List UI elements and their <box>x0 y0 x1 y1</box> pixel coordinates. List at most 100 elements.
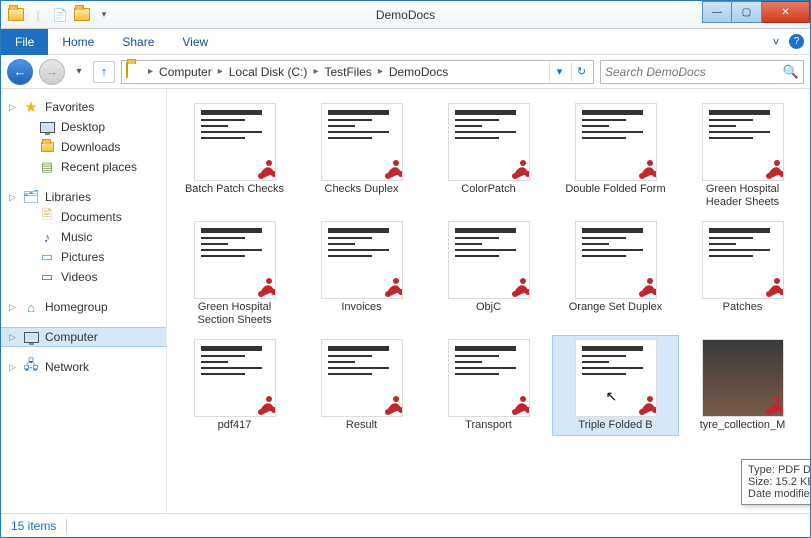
tab-share[interactable]: Share <box>108 29 168 55</box>
pdf-icon <box>382 394 403 417</box>
pdf-icon <box>255 394 276 417</box>
sidebar-item-documents[interactable]: 🗎 Documents <box>1 207 166 227</box>
tab-view[interactable]: View <box>168 29 222 55</box>
caret-icon: ▷ <box>9 302 17 313</box>
pictures-icon: ▭ <box>39 249 55 265</box>
crumb-computer[interactable]: Computer <box>155 65 216 79</box>
file-label: Triple Folded B <box>578 419 652 432</box>
pdf-icon <box>763 158 784 181</box>
file-tab[interactable]: File <box>1 29 48 55</box>
properties-icon[interactable]: 📄 <box>51 6 69 24</box>
close-button[interactable]: ✕ <box>762 1 810 23</box>
sidebar-libraries[interactable]: ▷ 🗂 Libraries <box>1 187 166 207</box>
up-button[interactable]: ↑ <box>93 61 115 83</box>
caret-icon: ▷ <box>9 332 17 343</box>
file-item[interactable]: Patches <box>679 217 806 331</box>
sidebar-item-label: Recent places <box>61 160 137 174</box>
sidebar-computer[interactable]: ▷ Computer <box>1 327 166 347</box>
file-item[interactable]: ObjC <box>425 217 552 331</box>
chevron-right-icon[interactable]: ▸ <box>376 66 385 77</box>
pdf-icon <box>509 276 530 299</box>
file-label: Invoices <box>341 301 381 314</box>
sidebar-item-recent[interactable]: ▤ Recent places <box>1 157 166 177</box>
tab-home[interactable]: Home <box>48 29 108 55</box>
file-item[interactable]: Invoices <box>298 217 425 331</box>
sidebar-item-videos[interactable]: ▭ Videos <box>1 267 166 287</box>
crumb-testfiles[interactable]: TestFiles <box>320 65 375 79</box>
sidebar-item-pictures[interactable]: ▭ Pictures <box>1 247 166 267</box>
file-thumbnail <box>194 339 276 417</box>
file-thumbnail <box>448 103 530 181</box>
file-item[interactable]: Batch Patch Checks <box>171 99 298 213</box>
file-thumbnail <box>321 339 403 417</box>
chevron-down-icon[interactable]: ▾ <box>95 6 113 24</box>
sidebar-item-music[interactable]: ♪ Music <box>1 227 166 247</box>
file-item[interactable]: Green Hospital Section Sheets <box>171 217 298 331</box>
file-item[interactable]: tyre_collection_M <box>679 335 806 436</box>
file-item[interactable]: Result <box>298 335 425 436</box>
chevron-right-icon[interactable]: ▸ <box>311 66 320 77</box>
pdf-icon <box>636 276 657 299</box>
documents-icon: 🗎 <box>39 209 55 225</box>
crumb-demodocs[interactable]: DemoDocs <box>385 65 452 79</box>
addressbar[interactable]: ▸ Computer ▸ Local Disk (C:) ▸ TestFiles… <box>121 60 594 84</box>
file-item[interactable]: ↖ Triple Folded B <box>552 335 679 436</box>
search-icon[interactable]: 🔍 <box>783 64 799 80</box>
tooltip-type: Type: PDF Document <box>748 464 810 476</box>
minimize-button[interactable]: — <box>702 1 732 23</box>
sidebar-item-desktop[interactable]: Desktop <box>1 117 166 137</box>
new-folder-icon[interactable] <box>73 6 91 24</box>
address-dropdown[interactable]: ▾ <box>549 62 569 82</box>
file-item[interactable]: Double Folded Form <box>552 99 679 213</box>
file-item[interactable]: Orange Set Duplex <box>552 217 679 331</box>
caret-icon: ▷ <box>9 192 17 203</box>
chevron-right-icon[interactable]: ▸ <box>216 66 225 77</box>
sidebar-item-downloads[interactable]: Downloads <box>1 137 166 157</box>
file-label: Result <box>346 419 377 432</box>
sidebar: ▷ ★ Favorites Desktop Downloads ▤ Recent… <box>1 89 167 513</box>
sidebar-favorites[interactable]: ▷ ★ Favorites <box>1 97 166 117</box>
file-thumbnail <box>575 221 657 299</box>
pdf-icon <box>763 394 784 417</box>
caret-icon: ▷ <box>9 102 17 113</box>
file-thumbnail <box>321 221 403 299</box>
pdf-icon <box>382 276 403 299</box>
crumb-localdisk[interactable]: Local Disk (C:) <box>225 65 312 79</box>
statusbar: 15 items <box>1 513 810 537</box>
sidebar-label: Favorites <box>45 100 94 114</box>
forward-button[interactable]: → <box>39 59 65 85</box>
maximize-button[interactable]: ▢ <box>732 1 762 23</box>
chevron-right-icon[interactable]: ▸ <box>146 66 155 77</box>
file-label: tyre_collection_M <box>700 419 786 432</box>
help-icon[interactable]: ? <box>789 34 804 49</box>
libraries-icon: 🗂 <box>23 189 39 205</box>
file-item[interactable]: Transport <box>425 335 552 436</box>
back-button[interactable]: ← <box>7 59 33 85</box>
file-item[interactable]: ColorPatch <box>425 99 552 213</box>
pdf-icon <box>509 394 530 417</box>
searchbox[interactable]: 🔍 <box>600 60 804 84</box>
sidebar-homegroup[interactable]: ▷ ⌂ Homegroup <box>1 297 166 317</box>
refresh-button[interactable]: ↻ <box>571 62 591 82</box>
file-item[interactable]: Checks Duplex <box>298 99 425 213</box>
file-thumbnail <box>702 339 784 417</box>
file-item[interactable]: pdf417 <box>171 335 298 436</box>
sidebar-item-label: Music <box>61 230 92 244</box>
cursor-icon: ↖ <box>606 388 618 405</box>
desktop-icon <box>39 119 55 135</box>
pdf-icon <box>636 394 657 417</box>
sidebar-network[interactable]: ▷ 🖧 Network <box>1 357 166 377</box>
sidebar-label: Computer <box>45 330 98 344</box>
ribbon: File Home Share View ˅ ? <box>1 29 810 55</box>
file-thumbnail <box>575 103 657 181</box>
expand-ribbon-icon[interactable]: ˅ <box>767 33 785 51</box>
file-label: Batch Patch Checks <box>185 183 284 196</box>
star-icon: ★ <box>23 99 39 115</box>
search-input[interactable] <box>605 65 783 79</box>
file-label: pdf417 <box>218 419 252 432</box>
window-controls: — ▢ ✕ <box>702 1 810 23</box>
file-item[interactable]: Green Hospital Header Sheets <box>679 99 806 213</box>
recent-locations-dropdown[interactable]: ▾ <box>71 61 87 83</box>
content-pane[interactable]: Batch Patch Checks Checks Duplex ColorPa… <box>167 89 810 513</box>
folder-icon <box>7 6 25 24</box>
